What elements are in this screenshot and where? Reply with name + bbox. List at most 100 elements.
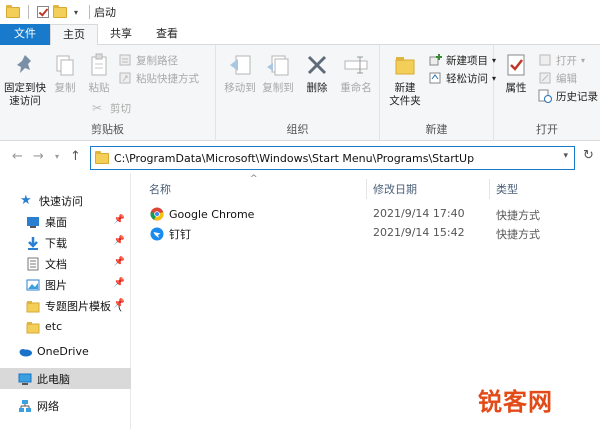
rename-button[interactable]: 重命名	[336, 51, 376, 95]
pictures-icon	[26, 278, 40, 292]
copy-path-label: 复制路径	[136, 54, 178, 67]
sidebar-item-etc[interactable]: etc	[0, 316, 131, 337]
column-divider[interactable]	[366, 179, 367, 199]
folder-icon	[26, 299, 40, 313]
title-divider	[89, 5, 90, 19]
sidebar-item-network[interactable]: 网络	[0, 395, 131, 416]
properties-icon	[502, 51, 530, 79]
organize-group: 移动到 复制到 删除 重命名 组织	[216, 45, 380, 141]
history-label: 历史记录	[556, 90, 598, 103]
properties-check-icon[interactable]	[37, 6, 49, 18]
paste-button[interactable]: 粘贴	[84, 51, 114, 95]
refresh-icon[interactable]: ↻	[583, 148, 594, 163]
delete-button[interactable]: 删除	[302, 51, 332, 95]
sidebar-item-onedrive[interactable]: OneDrive	[0, 341, 131, 362]
download-arrow-icon	[26, 236, 40, 250]
navigation-bar: ← → ▾ ↑ C:\ProgramData\Microsoft\Windows…	[0, 141, 600, 173]
copy-path-button[interactable]: 复制路径	[118, 51, 178, 69]
paste-shortcut-button[interactable]: 粘贴快捷方式	[118, 69, 199, 87]
paste-shortcut-icon	[118, 71, 132, 85]
delete-x-icon	[303, 51, 331, 79]
sidebar-item-pictures[interactable]: 图片 📌	[0, 274, 131, 295]
properties-button[interactable]: 属性	[500, 51, 532, 95]
column-divider[interactable]	[489, 179, 490, 199]
recent-locations-chevron-icon[interactable]: ▾	[55, 152, 59, 161]
file-modified: 2021/9/14 17:40	[373, 207, 465, 220]
sidebar-item-label: 快速访问	[39, 194, 83, 208]
column-header-modified[interactable]: 修改日期	[373, 181, 417, 197]
new-item-button[interactable]: 新建项目 ▾	[428, 51, 496, 69]
address-folder-icon	[95, 150, 109, 164]
edit-button[interactable]: 编辑	[538, 69, 577, 87]
computer-icon	[18, 372, 32, 386]
watermark: 锐客网	[478, 387, 553, 416]
address-history-chevron-icon[interactable]: ▾	[563, 151, 568, 161]
sidebar-item-label: OneDrive	[37, 345, 89, 358]
pin-icon	[11, 51, 39, 79]
pin-icon[interactable]: 📌	[114, 278, 125, 288]
rename-label: 重命名	[340, 82, 372, 94]
new-group: 新建 文件夹 新建项目 ▾ 轻松访问 ▾ 新建	[380, 45, 496, 141]
copy-to-button[interactable]: 复制到	[260, 51, 296, 95]
open-label: 打开	[556, 54, 577, 67]
pin-quick-access-button[interactable]: 固定到快 速访问	[4, 51, 46, 108]
sidebar-item-downloads[interactable]: 下载 📌	[0, 232, 131, 253]
open-button[interactable]: 打开 ▾	[538, 51, 585, 69]
scissors-icon: ✂	[92, 101, 103, 115]
up-arrow-icon[interactable]: ↑	[70, 149, 81, 164]
copy-to-label: 复制到	[262, 82, 294, 94]
window-title: 启动	[94, 6, 116, 19]
tab-file[interactable]: 文件	[0, 24, 50, 45]
edit-icon	[538, 71, 552, 85]
tab-view[interactable]: 查看	[144, 24, 190, 45]
pin-quick-access-label: 固定到快 速访问	[4, 82, 46, 107]
pin-icon[interactable]: 📌	[114, 257, 125, 267]
easy-access-button[interactable]: 轻松访问 ▾	[428, 69, 496, 87]
folder-icon	[26, 320, 40, 334]
new-folder-icon[interactable]	[53, 4, 67, 18]
folder-icon[interactable]	[6, 4, 20, 18]
address-bar[interactable]: C:\ProgramData\Microsoft\Windows\Start M…	[90, 146, 575, 170]
easy-access-label: 轻松访问	[446, 72, 488, 85]
navigation-pane: ★ 快速访问 桌面 📌 下载 📌 文档 📌 图片 📌 专题图片模板（ 📌 etc…	[0, 173, 131, 429]
history-button[interactable]: 历史记录	[538, 87, 598, 105]
sidebar-item-documents[interactable]: 文档 📌	[0, 253, 131, 274]
sidebar-item-label: 下载	[45, 236, 67, 250]
pin-icon[interactable]: 📌	[114, 299, 125, 309]
open-dropdown-icon[interactable]: ▾	[581, 56, 585, 65]
forward-arrow-icon[interactable]: →	[33, 149, 44, 164]
sidebar-item-label: 此电脑	[37, 372, 70, 386]
tab-share[interactable]: 共享	[98, 24, 144, 45]
file-type: 快捷方式	[496, 228, 540, 241]
new-item-label: 新建项目	[446, 54, 488, 67]
organize-group-label: 组织	[286, 123, 309, 136]
clipboard-group-label: 剪贴板	[91, 123, 124, 136]
copy-label: 复制	[54, 82, 76, 94]
copy-button[interactable]: 复制	[50, 51, 80, 95]
copy-to-icon	[264, 51, 292, 79]
title-bar: ▾ 启动	[0, 0, 600, 24]
column-header-type[interactable]: 类型	[496, 181, 518, 197]
sidebar-item-desktop[interactable]: 桌面 📌	[0, 211, 131, 232]
customize-toolbar-dropdown-icon[interactable]: ▾	[71, 8, 81, 17]
back-arrow-icon[interactable]: ←	[12, 149, 23, 164]
new-folder-button[interactable]: 新建 文件夹	[384, 51, 426, 108]
toolbar-divider	[28, 5, 29, 19]
column-header-name[interactable]: 名称	[149, 181, 171, 197]
file-row-chrome[interactable]: Google Chrome 2021/9/14 17:40 快捷方式	[144, 205, 564, 223]
pin-icon[interactable]: 📌	[114, 215, 125, 225]
sidebar-item-template-folder[interactable]: 专题图片模板（ 📌	[0, 295, 131, 316]
new-folder-label: 新建 文件夹	[389, 82, 421, 107]
new-item-icon	[428, 53, 442, 67]
sidebar-item-this-pc[interactable]: 此电脑	[0, 368, 131, 389]
move-to-button[interactable]: 移动到	[222, 51, 258, 95]
star-icon: ★	[20, 192, 32, 208]
tab-home[interactable]: 主页	[50, 24, 98, 46]
sidebar-item-quick-access[interactable]: ★ 快速访问	[0, 190, 131, 211]
history-icon	[538, 89, 552, 103]
file-row-dingtalk[interactable]: 钉钉 2021/9/14 15:42 快捷方式	[144, 224, 564, 242]
cut-label: 剪切	[110, 102, 131, 115]
pin-icon[interactable]: 📌	[114, 236, 125, 246]
delete-label: 删除	[306, 82, 328, 94]
cut-button[interactable]: ✂ 剪切	[92, 99, 131, 117]
